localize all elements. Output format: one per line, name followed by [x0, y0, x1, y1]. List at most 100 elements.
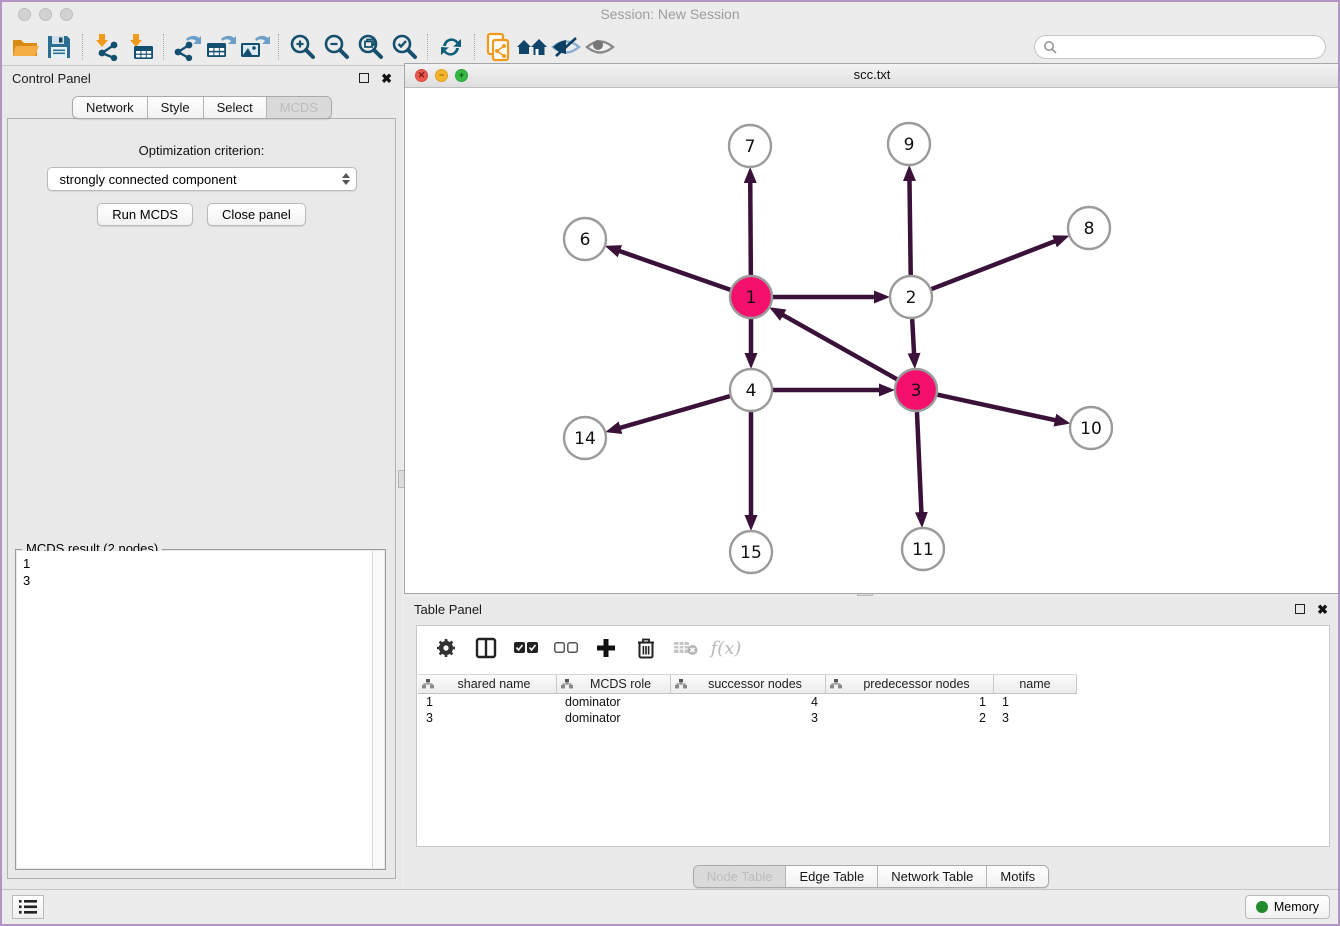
column-header-MCDS-role[interactable]: MCDS role — [557, 674, 671, 694]
task-history-button[interactable] — [12, 895, 44, 919]
control-panel: Control Panel ✖ NetworkStyleSelectMCDS O… — [2, 66, 402, 889]
save-session-icon[interactable] — [42, 31, 76, 63]
column-header-shared-name[interactable]: shared name — [418, 674, 557, 694]
tab-motifs[interactable]: Motifs — [987, 866, 1048, 887]
export-image-icon[interactable] — [238, 31, 272, 63]
edge-1-to-7[interactable] — [750, 182, 751, 275]
table-cell[interactable]: 3 — [671, 710, 826, 726]
delete-column-icon[interactable] — [633, 635, 659, 661]
node-11[interactable]: 11 — [902, 528, 944, 570]
table-cell[interactable]: 2 — [826, 710, 994, 726]
node-1[interactable]: 1 — [730, 276, 772, 318]
show-all-columns-icon[interactable] — [513, 635, 539, 661]
close-panel-button[interactable]: Close panel — [207, 203, 306, 226]
edge-3-to-1[interactable] — [782, 315, 896, 380]
tab-node-table[interactable]: Node Table — [694, 866, 787, 887]
table-cell[interactable]: dominator — [557, 710, 671, 726]
zoom-in-icon[interactable] — [285, 31, 319, 63]
node-6[interactable]: 6 — [564, 218, 606, 260]
table-settings-icon[interactable] — [433, 635, 459, 661]
node-label: 4 — [746, 381, 757, 401]
table-cell[interactable]: 1 — [826, 694, 994, 710]
export-network-icon[interactable] — [170, 31, 204, 63]
result-line: 1 — [23, 555, 366, 572]
hide-all-columns-icon[interactable] — [553, 635, 579, 661]
node-8[interactable]: 8 — [1068, 207, 1110, 249]
function-builder-icon: f(x) — [713, 635, 739, 661]
node-2[interactable]: 2 — [890, 276, 932, 318]
tab-network[interactable]: Network — [73, 97, 148, 118]
add-column-icon[interactable] — [593, 635, 619, 661]
export-table-icon[interactable] — [204, 31, 238, 63]
table-cell[interactable]: 1 — [418, 694, 557, 710]
hide-selected-icon[interactable] — [549, 31, 583, 63]
node-15[interactable]: 15 — [730, 531, 772, 573]
first-neighbors-icon[interactable] — [515, 31, 549, 63]
mcds-result-box: MCDS result (2 nodes) 13 — [15, 549, 386, 870]
fx-label[interactable]: f(x) — [711, 638, 742, 659]
criterion-dropdown[interactable]: strongly connected component — [47, 167, 357, 191]
node-label: 15 — [740, 543, 762, 563]
zoom-fit-icon[interactable] — [353, 31, 387, 63]
table-cell[interactable]: 3 — [994, 710, 1077, 726]
window-title: Session: New Session — [2, 6, 1338, 22]
column-header-name[interactable]: name — [994, 674, 1077, 694]
edge-4-to-14[interactable] — [620, 396, 730, 428]
network-overview-icon[interactable] — [481, 31, 515, 63]
memory-button[interactable]: Memory — [1245, 895, 1330, 919]
open-session-icon[interactable] — [8, 31, 42, 63]
import-table-icon[interactable] — [123, 31, 157, 63]
network-window: ✕ − + scc.txt 1 2 3 4 6 7 8 9 10 11 14 15 — [404, 63, 1340, 594]
dropdown-stepper-icon — [342, 173, 350, 185]
tab-style[interactable]: Style — [148, 97, 204, 118]
result-scrollbar[interactable] — [372, 551, 384, 868]
edge-2-to-9[interactable] — [909, 180, 910, 275]
search-input[interactable] — [1058, 37, 1325, 57]
delete-table-icon[interactable] — [673, 635, 699, 661]
float-table-panel-icon[interactable] — [1295, 604, 1305, 614]
table-cell[interactable]: 1 — [994, 694, 1077, 710]
node-14[interactable]: 14 — [564, 417, 606, 459]
network-window-title: scc.txt — [405, 67, 1339, 82]
close-table-panel-icon[interactable]: ✖ — [1317, 603, 1328, 616]
tab-edge-table[interactable]: Edge Table — [786, 866, 878, 887]
node-10[interactable]: 10 — [1070, 407, 1112, 449]
tab-mcds[interactable]: MCDS — [267, 97, 331, 118]
status-bar: Memory — [2, 889, 1338, 924]
table-cell[interactable]: 4 — [671, 694, 826, 710]
close-panel-icon[interactable]: ✖ — [381, 72, 392, 85]
edge-2-to-3[interactable] — [912, 319, 914, 354]
column-header-predecessor-nodes[interactable]: predecessor nodes — [826, 674, 994, 694]
zoom-out-icon[interactable] — [319, 31, 353, 63]
tab-network-table[interactable]: Network Table — [878, 866, 987, 887]
table-panel-title: Table Panel — [414, 602, 482, 617]
edge-3-to-11[interactable] — [917, 412, 921, 513]
table-header-row: shared nameMCDS rolesuccessor nodesprede… — [418, 674, 1328, 694]
table-cell[interactable]: 3 — [418, 710, 557, 726]
node-label: 1 — [746, 288, 757, 308]
result-line: 3 — [23, 572, 366, 589]
table-row: 3dominator323 — [418, 710, 1328, 726]
table-cell[interactable]: dominator — [557, 694, 671, 710]
column-type-icon — [830, 679, 842, 689]
import-network-icon[interactable] — [89, 31, 123, 63]
network-canvas[interactable]: 1 2 3 4 6 7 8 9 10 11 14 15 — [405, 88, 1339, 593]
edge-3-to-10[interactable] — [937, 395, 1055, 421]
node-4[interactable]: 4 — [730, 369, 772, 411]
node-3[interactable]: 3 — [895, 369, 937, 411]
node-9[interactable]: 9 — [888, 123, 930, 165]
node-7[interactable]: 7 — [729, 125, 771, 167]
refresh-layout-icon[interactable] — [434, 31, 468, 63]
zoom-selected-icon[interactable] — [387, 31, 421, 63]
column-selector-icon[interactable] — [473, 635, 499, 661]
float-panel-icon[interactable] — [359, 73, 369, 83]
edge-1-to-6[interactable] — [619, 251, 730, 290]
show-all-icon[interactable] — [583, 31, 617, 63]
run-mcds-button[interactable]: Run MCDS — [97, 203, 193, 226]
node-label: 8 — [1084, 219, 1095, 239]
edge-2-to-8[interactable] — [932, 241, 1056, 289]
column-header-successor-nodes[interactable]: successor nodes — [671, 674, 826, 694]
network-window-titlebar[interactable]: ✕ − + scc.txt — [405, 64, 1339, 88]
node-label: 9 — [904, 135, 915, 155]
tab-select[interactable]: Select — [204, 97, 267, 118]
